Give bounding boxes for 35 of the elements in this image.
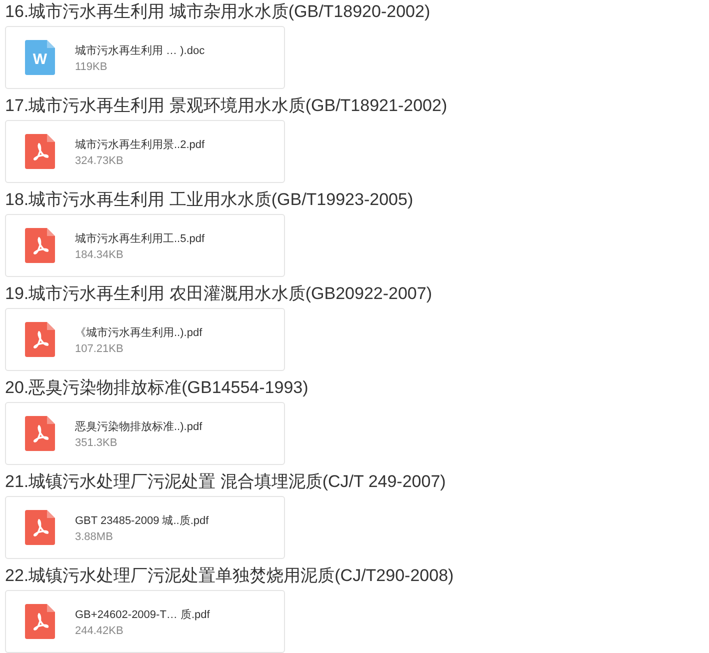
section-heading: 21.城镇污水处理厂污泥处置 混合填埋泥质(CJ/T 249-2007) — [5, 471, 447, 493]
section-heading: 18.城市污水再生利用 工业用水水质(GB/T19923-2005) — [5, 189, 414, 211]
section-heading: 17.城市污水再生利用 景观环境用水水质(GB/T18921-2002) — [5, 95, 448, 117]
file-name: 城市污水再生利用 … ).doc — [75, 44, 205, 58]
file-name: 城市污水再生利用景..2.pdf — [75, 138, 205, 152]
file-name: 恶臭污染物排放标准..).pdf — [75, 420, 202, 434]
section-heading: 16.城市污水再生利用 城市杂用水水质(GB/T18920-2002) — [5, 1, 432, 23]
file-size: 107.21KB — [75, 342, 124, 354]
file-card[interactable]: 《城市污水再生利用..).pdf 107.21KB — [5, 308, 285, 371]
section-heading: 22.城镇污水处理厂污泥处置单独焚烧用泥质(CJ/T290-2008) — [5, 565, 455, 587]
section-heading: 20.恶臭污染物排放标准(GB14554-1993) — [5, 377, 310, 399]
file-name: 城市污水再生利用工..5.pdf — [75, 232, 205, 246]
file-name: 《城市污水再生利用..).pdf — [75, 326, 202, 340]
pdf-icon — [25, 604, 55, 639]
pdf-icon — [25, 416, 55, 451]
file-size: 324.73KB — [75, 154, 124, 166]
file-size: 244.42KB — [75, 624, 124, 636]
pdf-icon — [25, 322, 55, 357]
file-size: 184.34KB — [75, 248, 124, 260]
file-name: GBT 23485-2009 城..质.pdf — [75, 514, 209, 528]
file-card[interactable]: 城市污水再生利用景..2.pdf 324.73KB — [5, 120, 285, 183]
file-card[interactable]: GB+24602-2009-T… 质.pdf 244.42KB — [5, 590, 285, 653]
document-icon: W — [25, 40, 55, 75]
section-heading: 19.城市污水再生利用 农田灌溉用水水质(GB20922-2007) — [5, 283, 433, 305]
pdf-icon — [25, 134, 55, 169]
file-card[interactable]: GBT 23485-2009 城..质.pdf 3.88MB — [5, 496, 285, 559]
file-card[interactable]: W 城市污水再生利用 … ).doc 119KB — [5, 26, 285, 89]
file-card[interactable]: 城市污水再生利用工..5.pdf 184.34KB — [5, 214, 285, 277]
file-size: 119KB — [75, 60, 108, 72]
pdf-icon — [25, 510, 55, 545]
file-size: 3.88MB — [75, 530, 114, 542]
pdf-icon — [25, 228, 55, 263]
file-name: GB+24602-2009-T… 质.pdf — [75, 608, 210, 622]
file-card[interactable]: 恶臭污染物排放标准..).pdf 351.3KB — [5, 402, 285, 465]
file-size: 351.3KB — [75, 436, 118, 448]
